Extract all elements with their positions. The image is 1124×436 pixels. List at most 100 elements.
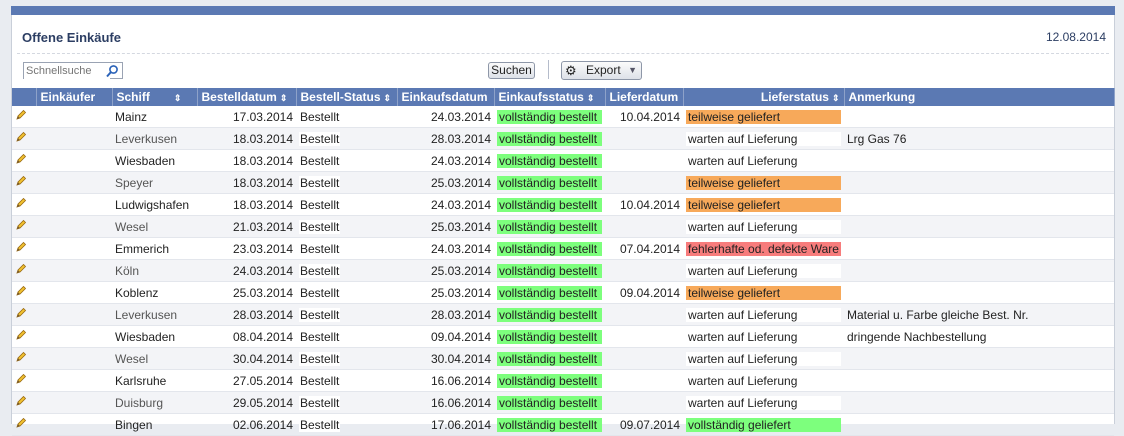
einkaeufer-cell <box>36 369 112 392</box>
schiff-cell: Wesel <box>112 215 197 238</box>
table-row[interactable]: Leverkusen 18.03.2014 Bestellt 28.03.2014 vo… <box>12 127 1114 150</box>
search-button[interactable]: Suchen <box>488 62 535 79</box>
table-row[interactable]: Duisburg 29.05.2014 Bestellt 16.06.2014 voll… <box>12 391 1114 414</box>
search-icon[interactable] <box>105 64 119 81</box>
lieferstatus-badge: vollständig geliefert <box>686 417 841 432</box>
einkaufsstatus-cell: vollständig bestellt <box>494 325 605 348</box>
pencil-icon[interactable] <box>15 307 27 322</box>
pencil-icon[interactable] <box>15 109 27 124</box>
einkaeufer-cell <box>36 325 112 348</box>
anmerkung-cell <box>844 149 1114 172</box>
lieferstatus-badge: teilweise geliefert <box>686 175 841 190</box>
col-einkaufsdatum[interactable]: Einkaufsdatum <box>397 88 495 106</box>
lieferstatus-cell: warten auf Lieferung <box>683 149 844 172</box>
col-einkaeufer[interactable]: Einkäufer <box>36 88 113 106</box>
bestellstatus-value: Bestellt <box>299 329 341 344</box>
col-schiff[interactable]: Schiff ⇕ <box>112 88 198 106</box>
lieferdatum-cell: 09.07.2014 <box>605 413 683 436</box>
table-row[interactable]: Speyer 18.03.2014 Bestellt 25.03.2014 vollst… <box>12 171 1114 194</box>
table-row[interactable]: Wiesbaden 18.03.2014 Bestellt 24.03.2014 vol… <box>12 149 1114 172</box>
pencil-icon[interactable] <box>15 175 27 190</box>
table-row[interactable]: Köln 24.03.2014 Bestellt 25.03.2014 vollstän… <box>12 259 1114 282</box>
bestelldatum-cell: 25.03.2014 <box>197 281 296 304</box>
anmerkung-cell <box>844 237 1114 260</box>
pencil-icon[interactable] <box>15 153 27 168</box>
pencil-icon[interactable] <box>15 351 27 366</box>
einkaeufer-cell <box>36 303 112 326</box>
bestelldatum-cell: 28.03.2014 <box>197 303 296 326</box>
einkaufsstatus-badge: vollständig bestellt <box>497 373 602 388</box>
bestellstatus-value: Bestellt <box>299 109 341 124</box>
anmerkung-cell <box>844 369 1114 392</box>
current-date: 12.08.2014 <box>1045 30 1106 44</box>
col-lieferstatus[interactable]: Lieferstatus ⇕ <box>683 88 845 106</box>
export-button[interactable]: ⚙ Export ▼ <box>561 61 642 80</box>
einkaufsstatus-cell: vollständig bestellt <box>494 237 605 260</box>
table-row[interactable]: Mainz 17.03.2014 Bestellt 24.03.2014 vollstä… <box>12 106 1114 128</box>
col-bestelldatum[interactable]: Bestelldatum ⇕ <box>197 88 297 106</box>
bestelldatum-cell: 24.03.2014 <box>197 259 296 282</box>
col-anmerkung[interactable]: Anmerkung <box>844 88 1115 106</box>
schiff-cell: Leverkusen <box>112 303 197 326</box>
einkaufsstatus-badge: vollständig bestellt <box>497 197 602 212</box>
pencil-icon[interactable] <box>15 241 27 256</box>
table-row[interactable]: Leverkusen 28.03.2014 Bestellt 28.03.2014 vo… <box>12 303 1114 326</box>
bestelldatum-cell: 18.03.2014 <box>197 193 296 216</box>
bestelldatum-cell: 21.03.2014 <box>197 215 296 238</box>
pencil-icon[interactable] <box>15 197 27 212</box>
bestellstatus-value: Bestellt <box>299 197 341 212</box>
bestelldatum-cell: 08.04.2014 <box>197 325 296 348</box>
table-row[interactable]: Wesel 21.03.2014 Bestellt 25.03.2014 vollstä… <box>12 215 1114 238</box>
lieferdatum-cell <box>605 369 683 392</box>
einkaufsstatus-cell: vollständig bestellt <box>494 413 605 436</box>
sort-icon: ⇕ <box>586 93 595 103</box>
lieferstatus-badge: warten auf Lieferung <box>686 263 841 278</box>
pencil-icon[interactable] <box>15 219 27 234</box>
einkaufsstatus-badge: vollständig bestellt <box>497 175 602 190</box>
bestellstatus-value: Bestellt <box>299 153 341 168</box>
edit-cell <box>12 215 36 238</box>
einkaufsstatus-cell: vollständig bestellt <box>494 171 605 194</box>
lieferdatum-cell: 10.04.2014 <box>605 106 683 128</box>
lieferstatus-cell: teilweise geliefert <box>683 193 844 216</box>
einkaufsdatum-cell: 24.03.2014 <box>397 106 494 128</box>
bestelldatum-cell: 27.05.2014 <box>197 369 296 392</box>
pencil-icon[interactable] <box>15 263 27 278</box>
bestelldatum-cell: 02.06.2014 <box>197 413 296 436</box>
col-einkaufsstatus[interactable]: Einkaufsstatus ⇕ <box>494 88 606 106</box>
purchases-table: Einkäufer Schiff ⇕ Bestelldatum ⇕ Bestell-… <box>12 88 1115 436</box>
table-row[interactable]: Wiesbaden 08.04.2014 Bestellt 09.04.2014 vol… <box>12 325 1114 348</box>
pencil-icon[interactable] <box>15 131 27 146</box>
einkaufsdatum-cell: 28.03.2014 <box>397 127 494 150</box>
bestellstatus-cell: Bestellt <box>296 325 397 348</box>
search-input[interactable] <box>24 63 110 79</box>
bestellstatus-cell: Bestellt <box>296 413 397 436</box>
toolbar-separator <box>548 60 549 79</box>
lieferstatus-cell: teilweise geliefert <box>683 281 844 304</box>
table-row[interactable]: Bingen 02.06.2014 Bestellt 17.06.2014 vollst… <box>12 413 1114 436</box>
table-row[interactable]: Karlsruhe 27.05.2014 Bestellt 16.06.2014 vol… <box>12 369 1114 392</box>
pencil-icon[interactable] <box>15 285 27 300</box>
table-row[interactable]: Ludwigshafen 18.03.2014 Bestellt 24.03.2014… <box>12 193 1114 216</box>
pencil-icon[interactable] <box>15 329 27 344</box>
einkaufsstatus-cell: vollständig bestellt <box>494 391 605 414</box>
einkaufsdatum-cell: 16.06.2014 <box>397 369 494 392</box>
einkaeufer-cell <box>36 171 112 194</box>
einkaufsstatus-cell: vollständig bestellt <box>494 215 605 238</box>
pencil-icon[interactable] <box>15 417 27 432</box>
col-lieferdatum[interactable]: Lieferdatum <box>605 88 684 106</box>
schiff-cell: Wiesbaden <box>112 149 197 172</box>
anmerkung-cell: dringende Nachbestellung <box>844 325 1114 348</box>
lieferdatum-cell <box>605 149 683 172</box>
table-row[interactable]: Wesel 30.04.2014 Bestellt 30.04.2014 vollstä… <box>12 347 1114 370</box>
pencil-icon[interactable] <box>15 395 27 410</box>
einkaeufer-cell <box>36 193 112 216</box>
bestelldatum-cell: 30.04.2014 <box>197 347 296 370</box>
table-row[interactable]: Koblenz 25.03.2014 Bestellt 25.03.2014 volls… <box>12 281 1114 304</box>
pencil-icon[interactable] <box>15 373 27 388</box>
table-row[interactable]: Emmerich 23.03.2014 Bestellt 24.03.2014 voll… <box>12 237 1114 260</box>
einkaufsdatum-cell: 24.03.2014 <box>397 193 494 216</box>
edit-cell <box>12 193 36 216</box>
col-bestell-status[interactable]: Bestell-Status ⇕ <box>296 88 398 106</box>
einkaeufer-cell <box>36 281 112 304</box>
